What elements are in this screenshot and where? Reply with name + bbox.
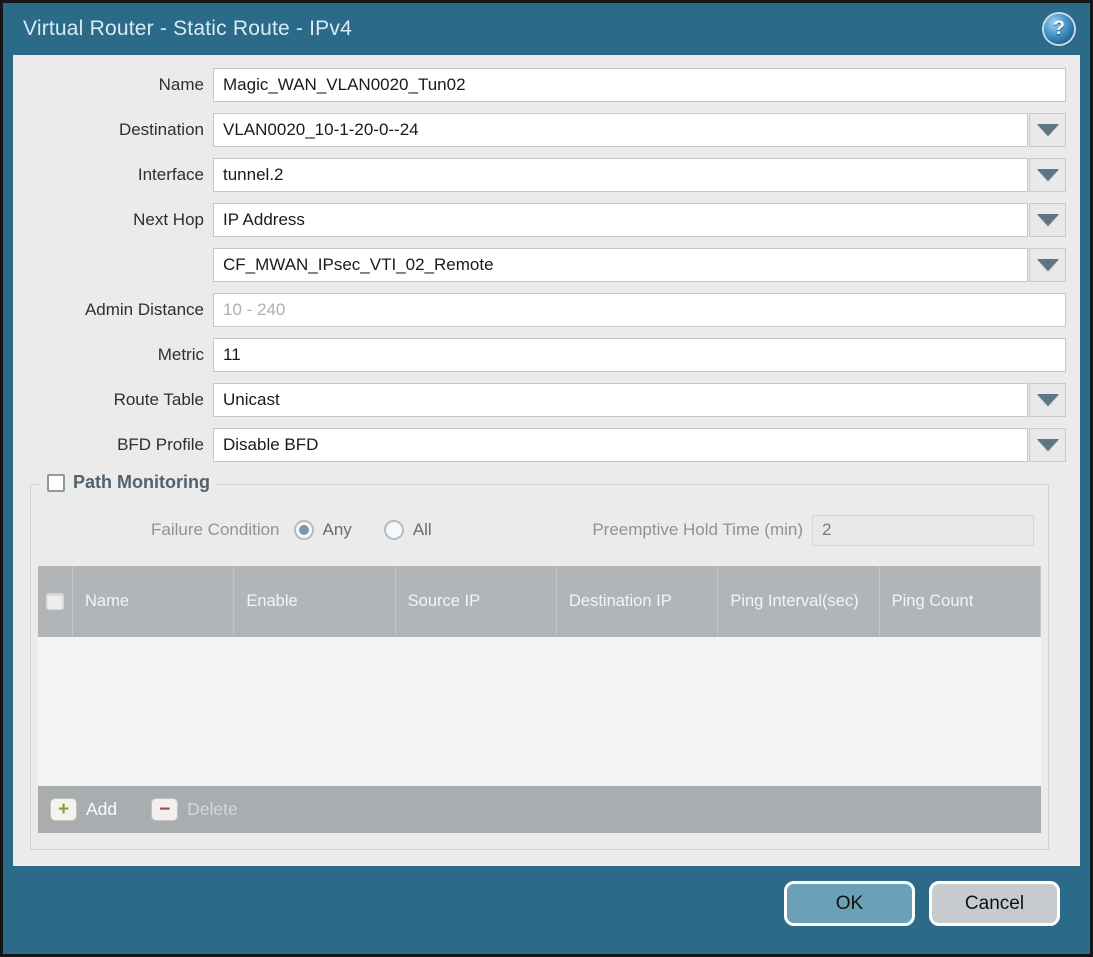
metric-row: Metric: [13, 338, 1066, 372]
metric-input[interactable]: [213, 338, 1066, 372]
admin-distance-label: Admin Distance: [13, 300, 213, 320]
metric-label: Metric: [13, 345, 213, 365]
admin-distance-input[interactable]: [213, 293, 1066, 327]
preemptive-hold-time-input: [812, 515, 1034, 546]
radio-any[interactable]: [294, 520, 314, 540]
failure-condition-row: Failure Condition Any All Preemptive Hol…: [38, 513, 1041, 547]
route-table-input[interactable]: [213, 383, 1028, 417]
preemptive-hold-time-group: Preemptive Hold Time (min): [592, 515, 1034, 546]
chevron-down-icon: [1037, 169, 1059, 181]
interface-input[interactable]: [213, 158, 1028, 192]
radio-any-label: Any: [323, 520, 352, 540]
destination-dropdown-button[interactable]: [1029, 113, 1066, 147]
table-header: Name Enable Source IP Destination IP Pin…: [38, 566, 1041, 637]
interface-dropdown-button[interactable]: [1029, 158, 1066, 192]
chevron-down-icon: [1037, 259, 1059, 271]
dialog-title: Virtual Router - Static Route - IPv4: [23, 17, 1044, 41]
column-header-source-ip[interactable]: Source IP: [396, 566, 557, 637]
path-monitoring-table: Name Enable Source IP Destination IP Pin…: [38, 566, 1041, 833]
radio-all[interactable]: [384, 520, 404, 540]
route-table-label: Route Table: [13, 390, 213, 410]
name-label: Name: [13, 75, 213, 95]
static-route-dialog: Virtual Router - Static Route - IPv4 ? N…: [0, 0, 1093, 957]
ok-button[interactable]: OK: [784, 881, 915, 926]
next-hop-address-dropdown-button[interactable]: [1029, 248, 1066, 282]
delete-button[interactable]: − Delete: [151, 798, 238, 821]
column-header-ping-count[interactable]: Ping Count: [880, 566, 1041, 637]
chevron-down-icon: [1037, 124, 1059, 136]
help-icon[interactable]: ?: [1044, 14, 1074, 44]
delete-button-label: Delete: [187, 799, 238, 820]
column-header-enable[interactable]: Enable: [234, 566, 395, 637]
next-hop-row: Next Hop: [13, 203, 1066, 237]
dialog-footer: OK Cancel: [3, 866, 1090, 954]
next-hop-type-input[interactable]: [213, 203, 1028, 237]
radio-option-all[interactable]: All: [384, 520, 432, 540]
destination-row: Destination: [13, 113, 1066, 147]
next-hop-label: Next Hop: [13, 210, 213, 230]
next-hop-address-input[interactable]: [213, 248, 1028, 282]
next-hop-type-dropdown-button[interactable]: [1029, 203, 1066, 237]
column-header-ping-interval[interactable]: Ping Interval(sec): [718, 566, 879, 637]
path-monitoring-legend: Path Monitoring: [40, 472, 217, 493]
interface-label: Interface: [13, 165, 213, 185]
bfd-profile-row: BFD Profile: [13, 428, 1066, 462]
minus-icon: −: [151, 798, 178, 821]
bfd-profile-label: BFD Profile: [13, 435, 213, 455]
cancel-button[interactable]: Cancel: [929, 881, 1060, 926]
add-button[interactable]: + Add: [50, 798, 117, 821]
destination-input[interactable]: [213, 113, 1028, 147]
column-header-name[interactable]: Name: [73, 566, 234, 637]
bfd-profile-dropdown-button[interactable]: [1029, 428, 1066, 462]
path-monitoring-title: Path Monitoring: [73, 472, 210, 493]
table-header-checkbox-cell: [38, 566, 73, 637]
radio-all-label: All: [413, 520, 432, 540]
select-all-checkbox[interactable]: [46, 593, 64, 610]
chevron-down-icon: [1037, 439, 1059, 451]
failure-condition-label: Failure Condition: [151, 520, 280, 540]
next-hop-address-row: [13, 248, 1066, 282]
name-row: Name: [13, 68, 1066, 102]
name-input[interactable]: [213, 68, 1066, 102]
destination-label: Destination: [13, 120, 213, 140]
titlebar: Virtual Router - Static Route - IPv4 ?: [3, 3, 1090, 55]
preemptive-hold-time-label: Preemptive Hold Time (min): [592, 520, 803, 540]
column-header-destination-ip[interactable]: Destination IP: [557, 566, 718, 637]
chevron-down-icon: [1037, 394, 1059, 406]
dialog-body: Name Destination Interface: [13, 55, 1080, 866]
route-table-row: Route Table: [13, 383, 1066, 417]
interface-row: Interface: [13, 158, 1066, 192]
failure-condition-radio-group: Any All: [294, 520, 432, 540]
chevron-down-icon: [1037, 214, 1059, 226]
admin-distance-row: Admin Distance: [13, 293, 1066, 327]
table-body-empty: [38, 637, 1041, 786]
add-button-label: Add: [86, 799, 117, 820]
plus-icon: +: [50, 798, 77, 821]
path-monitoring-section: Path Monitoring Failure Condition Any Al…: [30, 484, 1049, 850]
radio-option-any[interactable]: Any: [294, 520, 352, 540]
table-toolbar: + Add − Delete: [38, 786, 1041, 833]
path-monitoring-checkbox[interactable]: [47, 474, 65, 492]
route-table-dropdown-button[interactable]: [1029, 383, 1066, 417]
bfd-profile-input[interactable]: [213, 428, 1028, 462]
